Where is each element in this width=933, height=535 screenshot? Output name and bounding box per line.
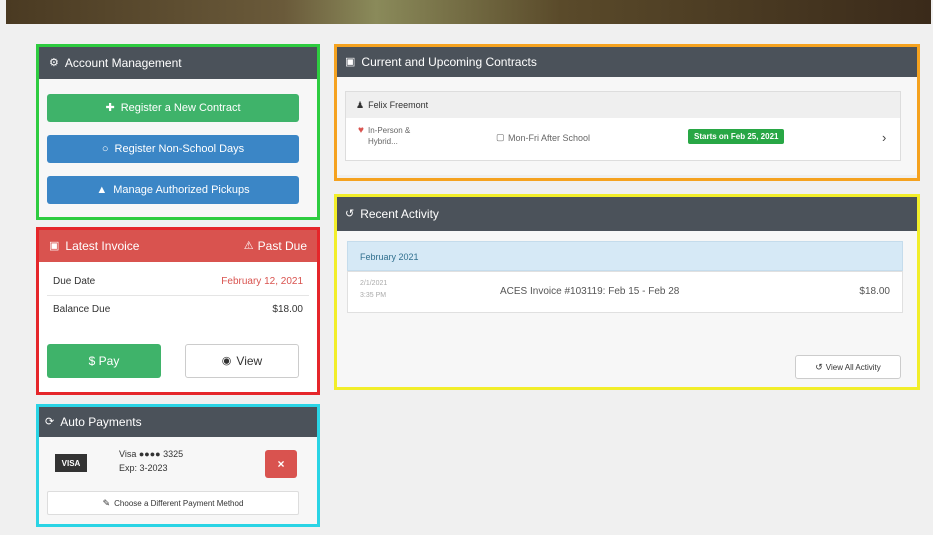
latest-invoice-title: Latest Invoice [65,239,140,253]
hero-banner [6,0,931,24]
choose-payment-method-button[interactable]: ✎ Choose a Different Payment Method [47,491,299,515]
view-all-activity-label: View All Activity [825,362,881,372]
activity-month-header: February 2021 [347,241,903,271]
refresh-icon: ⟳ [45,415,55,428]
register-contract-label: Register a New Contract [120,102,241,114]
close-icon: × [277,457,285,471]
activity-description: ACES Invoice #103119: Feb 15 - Feb 28 [500,286,680,297]
contract-card: ♟ Felix Freemont ♥ In-Person & Hybrid...… [345,91,901,161]
circle-icon: ○ [101,142,109,155]
contracts-title: Current and Upcoming Contracts [361,55,537,69]
register-non-school-days-button[interactable]: ○ Register Non-School Days [47,135,299,163]
past-due-status: Past Due [257,239,307,253]
account-management-panel: ⚙ Account Management ✚ Register a New Co… [36,44,320,220]
contract-schedule: Mon-Fri After School [508,133,591,143]
balance-label: Balance Due [53,304,111,315]
document-icon: ▣ [49,239,60,252]
manage-pickups-button[interactable]: ▲ Manage Authorized Pickups [47,176,299,204]
view-invoice-button[interactable]: ◉ View [185,344,299,378]
card-brand-label: VISA [61,458,81,468]
contract-location: In-Person & Hybrid... [368,126,411,146]
auto-payments-title: Auto Payments [60,415,142,429]
activity-date: 2/1/2021 [360,280,388,287]
child-name: Felix Freemont [368,100,429,110]
plus-icon: ✚ [105,101,115,114]
contracts-panel: ▣ Current and Upcoming Contracts ♟ Felix… [334,44,920,181]
visa-card-icon: VISA [55,454,87,472]
person-icon: ♟ [356,99,365,110]
activity-month-label: February 2021 [360,252,419,262]
history-icon: ↺ [815,361,823,372]
activity-list-item[interactable]: 2/1/2021 3:35 PM ACES Invoice #103119: F… [347,271,903,313]
recent-activity-title: Recent Activity [360,207,439,221]
activity-amount: $18.00 [859,286,890,297]
register-contract-button[interactable]: ✚ Register a New Contract [47,94,299,122]
account-management-title: Account Management [64,56,182,70]
view-all-activity-button[interactable]: ↺ View All Activity [795,355,901,379]
child-row: ♟ Felix Freemont [346,92,900,118]
activity-time: 3:35 PM [360,292,387,299]
start-date-badge: Starts on Feb 25, 2021 [688,129,785,144]
due-date-value: February 12, 2021 [221,276,303,287]
car-icon: ▲ [96,183,108,196]
pay-label: $ Pay [88,354,120,368]
gear-icon: ⚙ [49,56,59,69]
card-masked-number: Visa ●●●● 3325 [119,449,184,459]
card-expiration: Exp: 3-2023 [119,463,168,473]
calendar-icon: ▢ [496,132,505,142]
location-pin-icon: ♥ [358,125,364,136]
history-icon: ↺ [345,207,355,220]
edit-icon: ✎ [102,497,111,508]
document-icon: ▣ [345,55,356,68]
manage-pickups-label: Manage Authorized Pickups [113,184,250,196]
choose-payment-method-label: Choose a Different Payment Method [114,498,244,508]
latest-invoice-header: ▣ Latest Invoice ⚠ Past Due [39,230,317,262]
contracts-header: ▣ Current and Upcoming Contracts [337,47,917,77]
remove-card-button[interactable]: × [265,450,297,478]
balance-row: Balance Due $18.00 [39,296,317,315]
latest-invoice-panel: ▣ Latest Invoice ⚠ Past Due Due Date Feb… [36,227,320,395]
recent-activity-panel: ↺ Recent Activity February 2021 2/1/2021… [334,194,920,390]
pay-button[interactable]: $ Pay [47,344,161,378]
due-date-label: Due Date [53,276,96,287]
recent-activity-header: ↺ Recent Activity [337,197,917,231]
auto-payments-header: ⟳ Auto Payments [39,407,317,437]
chevron-right-icon[interactable]: › [882,131,886,144]
eye-icon: ◉ [221,354,232,367]
balance-value: $18.00 [272,304,303,315]
account-management-header: ⚙ Account Management [39,47,317,79]
contract-row[interactable]: ♥ In-Person & Hybrid... ▢ Mon-Fri After … [346,118,900,160]
auto-payments-panel: ⟳ Auto Payments VISA Visa ●●●● 3325 Exp:… [36,404,320,527]
view-invoice-label: View [236,354,263,368]
due-date-row: Due Date February 12, 2021 [39,262,317,287]
register-non-school-days-label: Register Non-School Days [114,143,245,155]
warning-icon: ⚠ [243,239,254,252]
